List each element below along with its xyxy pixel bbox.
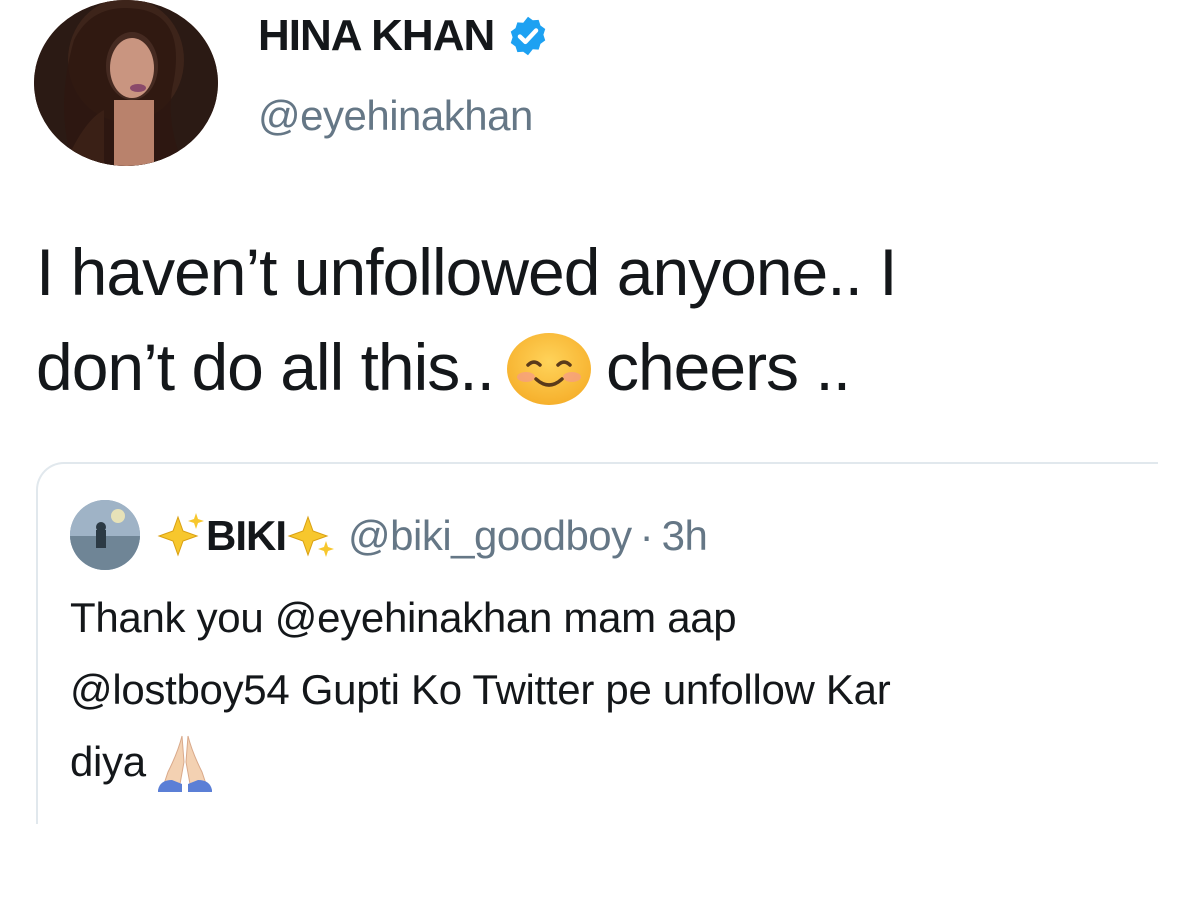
tweet-text: I haven’t unfollowed anyone.. I don’t do… <box>36 225 1116 415</box>
sparkles-icon <box>287 515 334 557</box>
author-display-name[interactable]: HINA KHAN <box>258 11 495 61</box>
quoted-tweet-timestamp[interactable]: 3h <box>662 512 708 560</box>
quoted-tweet-text-line-1: Thank you @eyehinakhan mam aap <box>70 594 737 641</box>
quoted-tweet-text: Thank you @eyehinakhan mam aap @lostboy5… <box>70 582 1130 798</box>
smiling-face-emoji-icon <box>506 332 591 405</box>
author-name-row: HINA KHAN <box>258 8 550 64</box>
quoted-author-display-name[interactable]: BIKI <box>206 512 287 560</box>
verified-badge-icon <box>511 16 546 56</box>
quoted-tweet-text-line-2: @lostboy54 Gupti Ko Twitter pe unfollow … <box>70 666 891 713</box>
author-handle[interactable]: @eyehinakhan <box>258 92 533 140</box>
quoted-author-handle[interactable]: @biki_goodboy <box>348 512 632 560</box>
quoted-author-avatar-image <box>70 500 140 570</box>
quoted-tweet-card[interactable]: BIKI @biki_goodboy · 3h Thank you @eyehi… <box>36 462 1158 824</box>
tweet-screenshot: HINA KHAN @eyehinakhan I haven’t unfollo… <box>0 0 1200 900</box>
quoted-tweet-text-line-3-words: diya <box>70 738 146 785</box>
tweet-text-before-emoji: don’t do all this.. <box>36 330 495 404</box>
tweet-text-line-2: don’t do all this.. cheers .. <box>36 320 1116 415</box>
author-avatar[interactable] <box>34 0 218 166</box>
sparkles-icon <box>157 513 204 557</box>
author-avatar-image <box>34 0 218 166</box>
quoted-meta-separator: · <box>639 512 654 559</box>
folded-hands-emoji-icon <box>157 735 212 792</box>
quoted-tweet-header: BIKI @biki_goodboy · 3h <box>156 504 708 568</box>
tweet-text-line-1: I haven’t unfollowed anyone.. I <box>36 235 898 309</box>
quoted-author-avatar[interactable] <box>70 500 140 570</box>
quoted-tweet-text-line-3: diya <box>70 726 1130 798</box>
tweet-text-after-emoji: cheers .. <box>605 330 851 404</box>
